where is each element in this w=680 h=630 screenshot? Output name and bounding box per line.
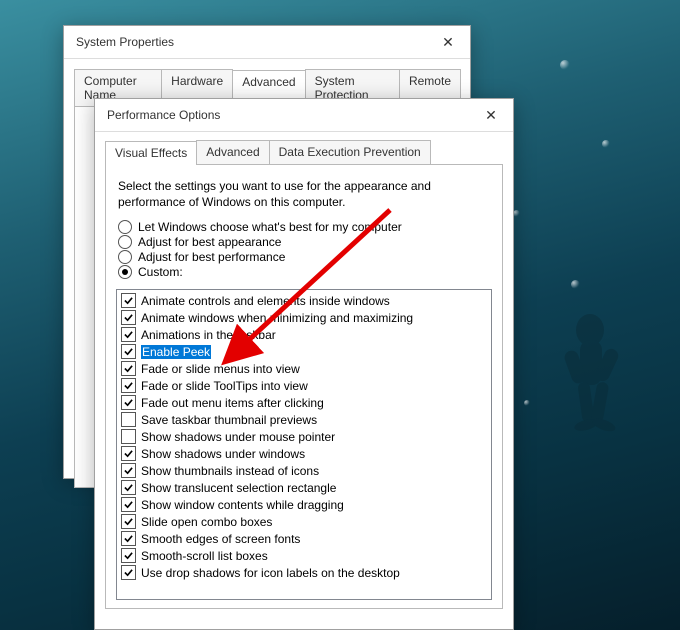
check-show-thumbnails-instead-of-icons[interactable]: Show thumbnails instead of icons [121, 462, 487, 479]
checkbox-label: Smooth-scroll list boxes [141, 549, 268, 563]
performance-options-window: Performance Options ✕ Visual EffectsAdva… [94, 98, 514, 630]
check-use-drop-shadows-for-icon-labels-on-the-desktop[interactable]: Use drop shadows for icon labels on the … [121, 564, 487, 581]
radio-label: Let Windows choose what's best for my co… [138, 220, 402, 234]
visual-effects-panel: Select the settings you want to use for … [105, 165, 503, 609]
check-slide-open-combo-boxes[interactable]: Slide open combo boxes [121, 513, 487, 530]
check-show-shadows-under-windows[interactable]: Show shadows under windows [121, 445, 487, 462]
window-title: System Properties [72, 35, 434, 49]
description-text: Select the settings you want to use for … [118, 179, 468, 210]
checkbox-label: Show translucent selection rectangle [141, 481, 336, 495]
tab-data-execution-prevention[interactable]: Data Execution Prevention [269, 140, 431, 164]
radio-icon [118, 250, 132, 264]
checkbox-icon [121, 514, 136, 529]
checkbox-label: Animations in the taskbar [141, 328, 276, 342]
visual-effects-checklist[interactable]: Animate controls and elements inside win… [116, 289, 492, 600]
checkbox-icon [121, 378, 136, 393]
checkbox-icon [121, 497, 136, 512]
checkbox-icon [121, 480, 136, 495]
check-smooth-edges-of-screen-fonts[interactable]: Smooth edges of screen fonts [121, 530, 487, 547]
checkbox-icon [121, 548, 136, 563]
checkbox-label: Animate windows when minimizing and maxi… [141, 311, 413, 325]
check-animate-windows-when-minimizing-and-maximizing[interactable]: Animate windows when minimizing and maxi… [121, 309, 487, 326]
close-icon[interactable]: ✕ [434, 31, 462, 53]
close-icon[interactable]: ✕ [477, 104, 505, 126]
checkbox-label: Use drop shadows for icon labels on the … [141, 566, 400, 580]
checkbox-label: Save taskbar thumbnail previews [141, 413, 317, 427]
checkbox-label: Show thumbnails instead of icons [141, 464, 319, 478]
checkbox-label: Show shadows under mouse pointer [141, 430, 335, 444]
check-show-translucent-selection-rectangle[interactable]: Show translucent selection rectangle [121, 479, 487, 496]
radio-adjust-for-best-performance[interactable]: Adjust for best performance [118, 250, 492, 264]
checkbox-icon [121, 463, 136, 478]
check-fade-or-slide-menus-into-view[interactable]: Fade or slide menus into view [121, 360, 487, 377]
tab-visual-effects[interactable]: Visual Effects [105, 141, 197, 165]
checkbox-icon [121, 446, 136, 461]
checkbox-label: Show shadows under windows [141, 447, 305, 461]
check-fade-or-slide-tooltips-into-view[interactable]: Fade or slide ToolTips into view [121, 377, 487, 394]
checkbox-icon [121, 395, 136, 410]
check-animations-in-the-taskbar[interactable]: Animations in the taskbar [121, 326, 487, 343]
checkbox-label: Fade out menu items after clicking [141, 396, 324, 410]
checkbox-label: Enable Peek [141, 345, 211, 359]
wallpaper-diver [550, 300, 640, 440]
tab-advanced[interactable]: Advanced [196, 140, 269, 164]
radio-adjust-for-best-appearance[interactable]: Adjust for best appearance [118, 235, 492, 249]
radio-custom[interactable]: Custom: [118, 265, 492, 279]
checkbox-label: Slide open combo boxes [141, 515, 272, 529]
window-title: Performance Options [103, 108, 477, 122]
checkbox-label: Fade or slide menus into view [141, 362, 300, 376]
checkbox-label: Smooth edges of screen fonts [141, 532, 300, 546]
checkbox-icon [121, 327, 136, 342]
check-show-window-contents-while-dragging[interactable]: Show window contents while dragging [121, 496, 487, 513]
checkbox-icon [121, 310, 136, 325]
check-smooth-scroll-list-boxes[interactable]: Smooth-scroll list boxes [121, 547, 487, 564]
checkbox-label: Show window contents while dragging [141, 498, 344, 512]
radio-icon [118, 235, 132, 249]
checkbox-icon [121, 293, 136, 308]
check-save-taskbar-thumbnail-previews[interactable]: Save taskbar thumbnail previews [121, 411, 487, 428]
appearance-mode-radios: Let Windows choose what's best for my co… [118, 220, 492, 279]
radio-label: Custom: [138, 265, 183, 279]
check-animate-controls-and-elements-inside-windows[interactable]: Animate controls and elements inside win… [121, 292, 487, 309]
titlebar[interactable]: System Properties ✕ [64, 26, 470, 59]
radio-label: Adjust for best appearance [138, 235, 281, 249]
checkbox-icon [121, 565, 136, 580]
checkbox-label: Fade or slide ToolTips into view [141, 379, 308, 393]
check-fade-out-menu-items-after-clicking[interactable]: Fade out menu items after clicking [121, 394, 487, 411]
checkbox-icon [121, 531, 136, 546]
checkbox-icon [121, 429, 136, 444]
check-show-shadows-under-mouse-pointer[interactable]: Show shadows under mouse pointer [121, 428, 487, 445]
radio-let-windows-choose-what-s-best-for-my-computer[interactable]: Let Windows choose what's best for my co… [118, 220, 492, 234]
checkbox-icon [121, 344, 136, 359]
checkbox-label: Animate controls and elements inside win… [141, 294, 390, 308]
radio-icon [118, 220, 132, 234]
checkbox-icon [121, 412, 136, 427]
check-enable-peek[interactable]: Enable Peek [121, 343, 487, 360]
titlebar[interactable]: Performance Options ✕ [95, 99, 513, 132]
checkbox-icon [121, 361, 136, 376]
radio-icon [118, 265, 132, 279]
perfopt-tabs: Visual EffectsAdvancedData Execution Pre… [105, 140, 503, 165]
radio-label: Adjust for best performance [138, 250, 285, 264]
